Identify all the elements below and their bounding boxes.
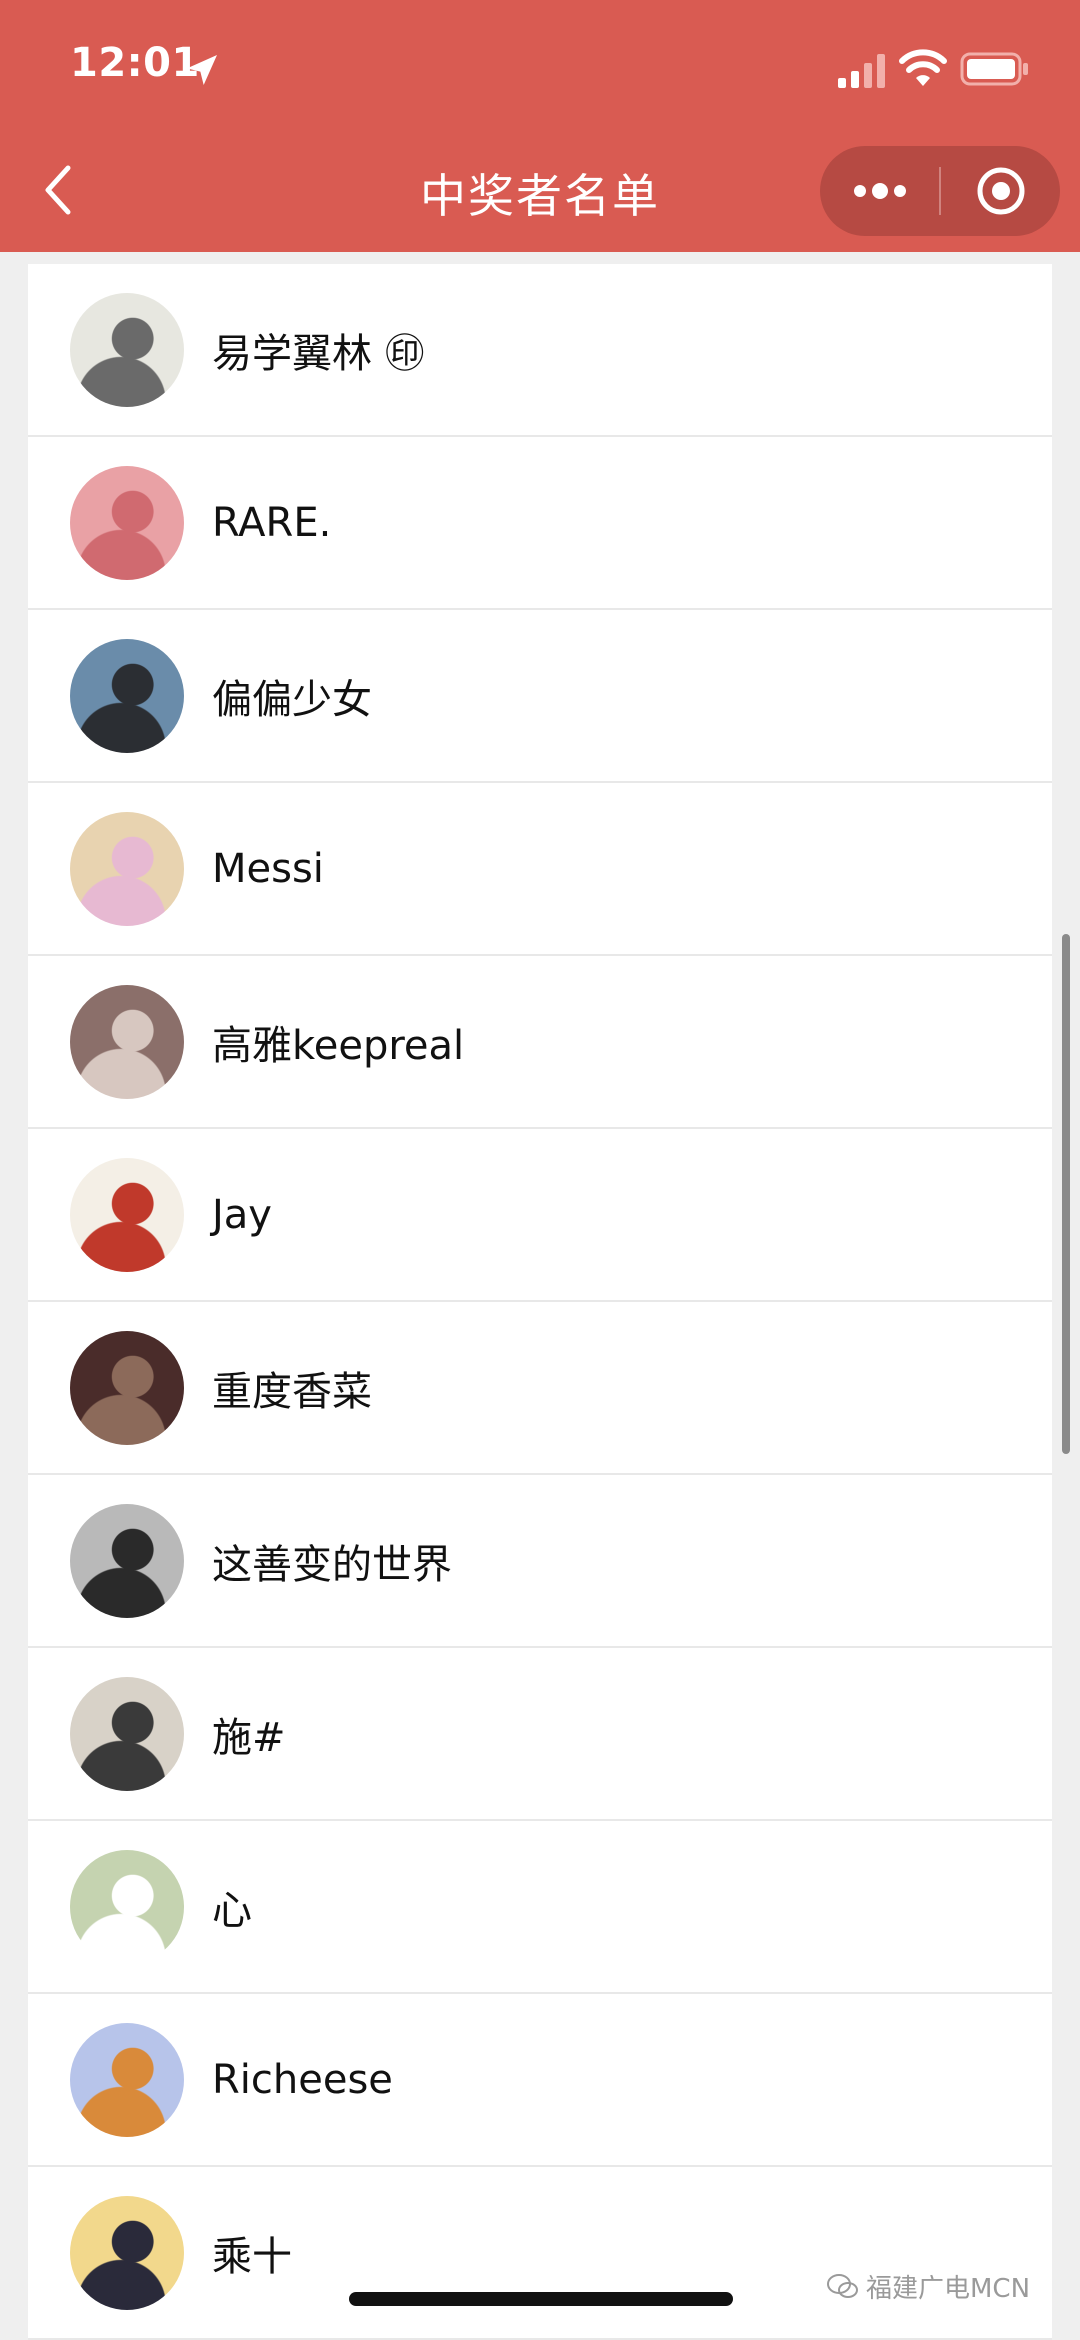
status-time: 12:01 [70,40,200,86]
winner-name: 施# [212,1714,286,1761]
cellular-signal-icon [838,54,885,88]
winner-name: RARE. [212,499,332,546]
miniapp-capsule [820,146,1060,236]
winner-name: 这善变的世界 [212,1541,452,1588]
list-item[interactable]: 易学翼林 ㊞ [28,264,1052,437]
avatar [70,1849,184,1964]
avatar [70,292,184,407]
avatar [70,1503,184,1618]
list-item[interactable]: RARE. [28,437,1052,610]
winner-name: 高雅keepreal [212,1022,465,1069]
watermark: 福建广电MCN [826,2268,1030,2305]
avatar [70,811,184,926]
winner-name: 心 [212,1887,252,1934]
list-item[interactable]: 乘十 [28,2167,1052,2340]
target-close-icon [977,167,1024,215]
avatar [70,1676,184,1791]
more-dots-icon [853,183,906,199]
list-item[interactable]: 心 [28,1821,1052,1994]
wifi-icon [899,49,947,86]
list-item[interactable]: 重度香菜 [28,1302,1052,1475]
avatar [70,638,184,753]
avatar [70,2195,184,2310]
list-item[interactable]: 施# [28,1648,1052,1821]
battery-icon [960,52,1028,86]
avatar [70,1157,184,1272]
app-header: 12:01 中奖者名单 [0,0,1080,252]
list-item[interactable]: Messi [28,783,1052,956]
location-arrow-icon [187,55,217,85]
list-item[interactable]: Richeese [28,1994,1052,2167]
winner-list: 易学翼林 ㊞ RARE. 偏偏少女 Messi 高雅keepreal Jay 重度香菜这善变… [28,264,1052,2340]
close-miniapp-button[interactable] [941,146,1060,236]
wechat-icon [827,2273,858,2298]
avatar [70,984,184,1099]
list-item[interactable]: 这善变的世界 [28,1475,1052,1648]
list-item[interactable]: Jay [28,1129,1052,1302]
watermark-text: 福建广电MCN [866,2274,1031,2304]
more-button[interactable] [820,146,939,236]
winner-name: 易学翼林 ㊞ [212,330,425,377]
avatar [70,2022,184,2137]
winner-name: Messi [212,845,324,892]
winner-name: 重度香菜 [212,1368,372,1415]
home-indicator [349,2292,733,2306]
list-item[interactable]: 偏偏少女 [28,610,1052,783]
avatar [70,1330,184,1445]
list-item[interactable]: 高雅keepreal [28,956,1052,1129]
scrollbar[interactable] [1062,934,1070,1454]
winner-name: 乘十 [212,2233,292,2280]
winner-name: Richeese [212,2056,393,2103]
winner-name: Jay [212,1191,272,1238]
winner-name: 偏偏少女 [212,676,372,723]
avatar [70,465,184,580]
